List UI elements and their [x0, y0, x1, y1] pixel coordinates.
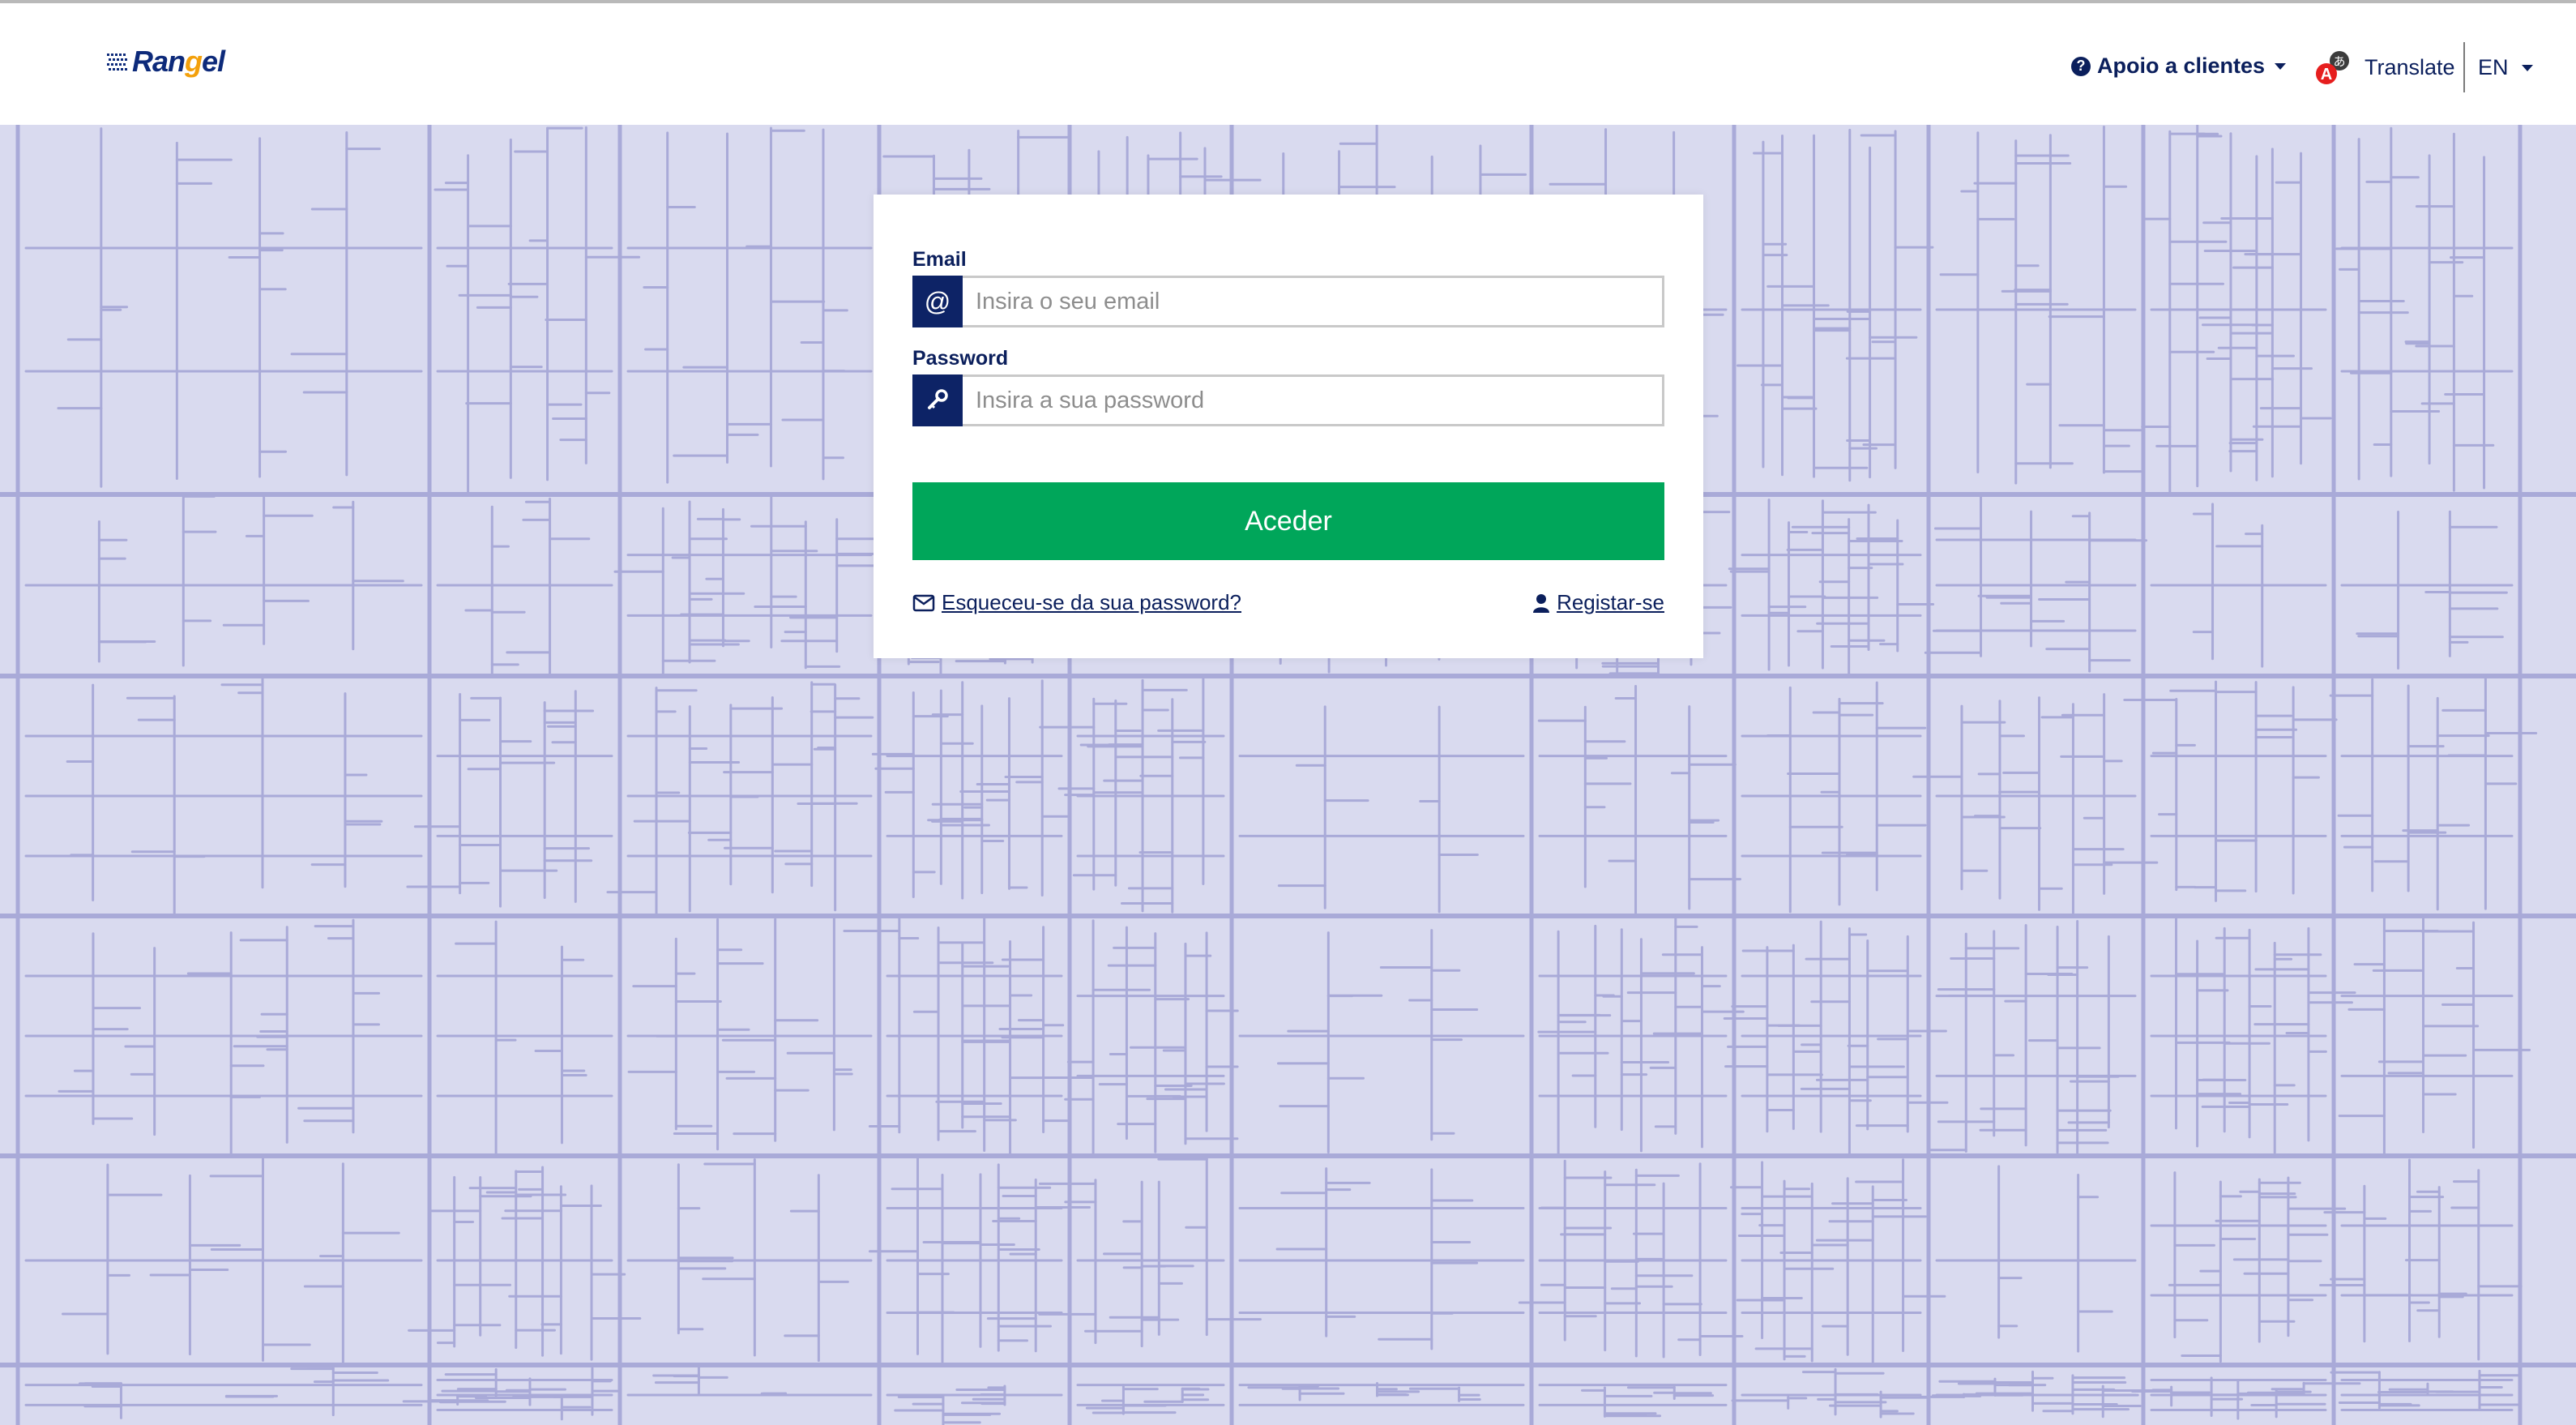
question-circle-icon: ?	[2071, 56, 2091, 76]
customer-support-label: Apoio a clientes	[2097, 53, 2266, 78]
forgot-password-label: Esqueceu-se da sua password?	[942, 590, 1242, 614]
at-icon: @	[912, 276, 963, 327]
register-label: Registar-se	[1557, 590, 1664, 614]
rangel-logo[interactable]: Rangel	[107, 45, 225, 79]
logo-dots-icon	[107, 53, 127, 71]
password-input-group	[912, 374, 1664, 426]
email-label: Email	[912, 248, 967, 271]
login-submit-button[interactable]: Aceder	[912, 482, 1664, 560]
envelope-icon	[912, 594, 935, 611]
email-input-group: @	[912, 276, 1664, 327]
logo-text-main: Ran	[132, 45, 186, 78]
language-dropdown[interactable]: EN	[2478, 55, 2533, 80]
language-label: EN	[2478, 55, 2509, 79]
header-divider	[2463, 42, 2465, 92]
chevron-down-icon	[2275, 62, 2287, 70]
email-input[interactable]	[963, 276, 1664, 327]
login-card: Email @ Password Aceder Esqueceu-se da s…	[874, 195, 1703, 658]
svg-text:あ: あ	[2333, 54, 2345, 69]
logo-text: Rangel	[132, 45, 225, 79]
forgot-password-link[interactable]: Esqueceu-se da sua password?	[912, 590, 1241, 615]
google-translate-icon: あ A	[2316, 51, 2349, 84]
key-icon	[912, 374, 963, 426]
translate-button[interactable]: あ A Translate	[2313, 47, 2455, 88]
password-label: Password	[912, 347, 1009, 370]
customer-support-dropdown[interactable]: ? Apoio a clientes	[2071, 53, 2287, 79]
password-input[interactable]	[963, 374, 1664, 426]
user-icon	[1533, 593, 1550, 613]
register-link[interactable]: Registar-se	[1532, 590, 1664, 615]
logo-text-accent: g	[185, 45, 203, 78]
chevron-down-icon	[2521, 64, 2533, 71]
translate-label: Translate	[2365, 54, 2455, 79]
logo-text-end: el	[202, 45, 225, 78]
svg-text:A: A	[2321, 66, 2332, 83]
top-header: Rangel ? Apoio a clientes あ A Translate …	[0, 0, 2576, 125]
